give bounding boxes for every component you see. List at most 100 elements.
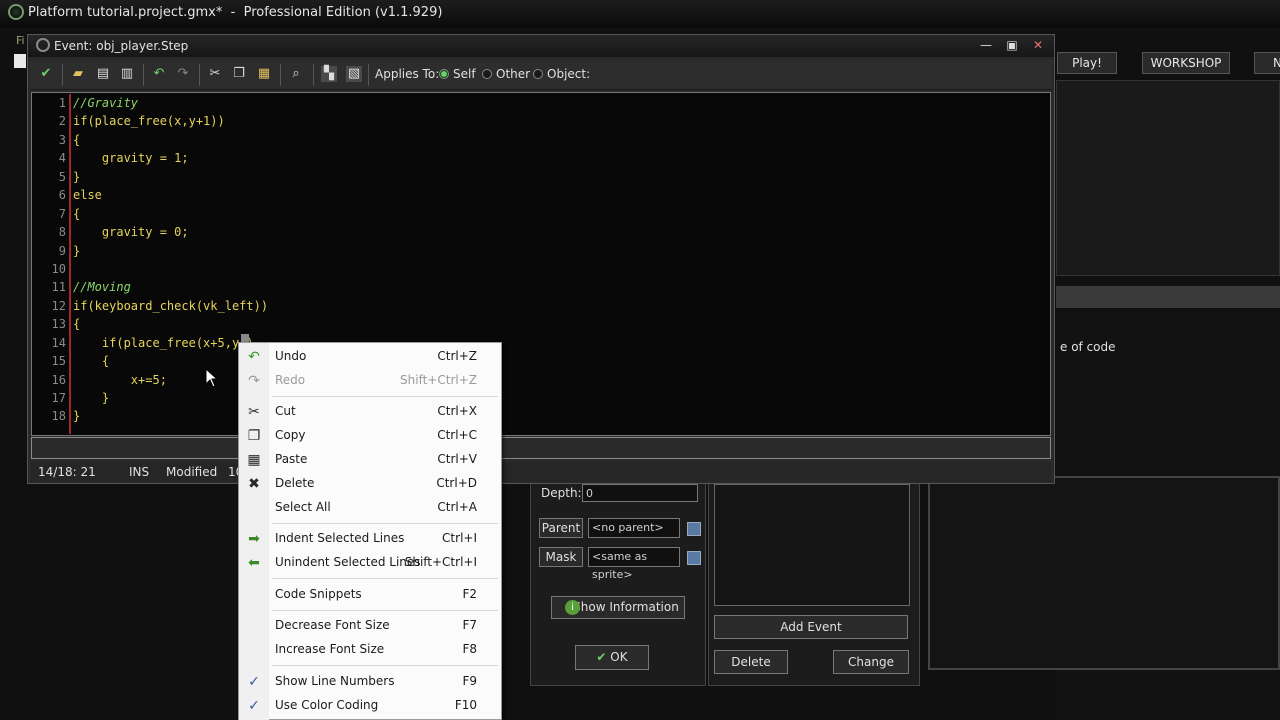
menu-separator	[272, 396, 498, 397]
open-folder-icon[interactable]: ▰	[70, 66, 86, 82]
code-line[interactable]: {	[73, 205, 268, 223]
parent-field[interactable]: <no parent>	[588, 518, 680, 538]
menu-item-unindent[interactable]: ⬅ Unindent Selected Lines Shift+Ctrl+I	[239, 552, 501, 574]
menu-separator	[272, 578, 498, 579]
code-line[interactable]: if(keyboard_check(vk_left))	[73, 297, 268, 315]
app-menu-file[interactable]: Fi	[16, 34, 25, 47]
checkmark-icon: ✓	[248, 674, 260, 690]
menu-item-code-snippets[interactable]: Code Snippets F2	[239, 584, 501, 606]
code-line[interactable]: //Gravity	[73, 94, 268, 112]
snippets-icon[interactable]: ▚	[321, 66, 337, 82]
line-number: 17	[51, 391, 66, 405]
toolbar-separator	[280, 64, 281, 86]
code-line[interactable]: gravity = 1;	[73, 149, 268, 167]
menu-item-shortcut: F7	[462, 618, 477, 632]
line-number: 9	[58, 243, 66, 258]
line-number: 4	[58, 151, 66, 166]
gutter-marker-line	[69, 94, 71, 434]
parent-button[interactable]: Parent	[539, 518, 583, 538]
preview-panel	[1056, 80, 1280, 276]
menu-item-show-line-numbers[interactable]: ✓ Show Line Numbers F9	[239, 671, 501, 693]
applies-object-radio[interactable]	[533, 69, 543, 79]
menu-item-label: Cut	[275, 404, 296, 418]
redo-icon[interactable]: ↷	[175, 66, 191, 82]
code-line[interactable]: gravity = 0;	[73, 223, 268, 241]
toolbar-separator	[313, 64, 314, 86]
delete-icon: ✖	[248, 476, 260, 492]
line-number: 12	[51, 298, 66, 313]
depth-input[interactable]: 0	[582, 484, 698, 502]
menu-item-use-color-coding[interactable]: ✓ Use Color Coding F10	[239, 695, 501, 717]
menu-separator	[272, 665, 498, 666]
add-event-button[interactable]: Add Event	[714, 615, 908, 639]
menu-item-redo[interactable]: ↷ Redo Shift+Ctrl+Z	[239, 370, 501, 392]
menu-separator	[272, 523, 498, 524]
line-number: 10	[51, 261, 66, 276]
cut-icon[interactable]: ✂	[207, 66, 223, 82]
line-number: 8	[58, 225, 66, 240]
change-event-button[interactable]: Change	[833, 650, 909, 674]
play-button[interactable]: Play!	[1057, 52, 1117, 74]
line-number: 3	[58, 132, 66, 147]
save-icon[interactable]: ▤	[95, 66, 111, 82]
show-information-button[interactable]: i Show Information	[551, 596, 685, 619]
applies-self-radio[interactable]	[439, 69, 449, 79]
code-line[interactable]: {	[73, 315, 268, 333]
code-line[interactable]: }	[73, 168, 268, 186]
menu-item-paste[interactable]: ▦ Paste Ctrl+V	[239, 449, 501, 471]
menu-item-increase-font[interactable]: Increase Font Size F8	[239, 639, 501, 661]
events-list[interactable]	[714, 484, 910, 606]
new-file-icon[interactable]	[14, 54, 26, 68]
menu-item-label: Show Line Numbers	[275, 674, 395, 688]
menu-item-label: Paste	[275, 452, 308, 466]
find-magnifier-icon[interactable]: ⌕	[288, 66, 304, 82]
save-close-check-icon[interactable]: ✔	[38, 66, 54, 82]
code-line[interactable]: }	[73, 242, 268, 260]
menu-item-shortcut: Ctrl+A	[437, 500, 477, 514]
menu-item-cut[interactable]: ✂ Cut Ctrl+X	[239, 401, 501, 423]
menu-item-delete[interactable]: ✖ Delete Ctrl+D	[239, 473, 501, 495]
menu-item-indent[interactable]: ➡ Indent Selected Lines Ctrl+I	[239, 528, 501, 550]
print-icon[interactable]: ▥	[119, 66, 135, 82]
close-icon[interactable]: ✕	[1030, 38, 1046, 52]
depth-label: Depth:	[541, 486, 582, 500]
toolbar-separator	[199, 64, 200, 86]
show-information-label: Show Information	[573, 600, 679, 614]
script-icon[interactable]: ▧	[346, 66, 362, 82]
menu-item-shortcut: F8	[462, 642, 477, 656]
menu-separator	[272, 610, 498, 611]
delete-event-button[interactable]: Delete	[714, 650, 788, 674]
parent-picker-icon[interactable]	[687, 522, 701, 536]
ok-button[interactable]: ✔ OK	[575, 645, 649, 670]
menu-item-label: Delete	[275, 476, 315, 490]
line-number-column: 1 2 3 4 5 6 7 8 9 10 11 12 13 14 15 16 1…	[34, 94, 66, 426]
applies-other-radio[interactable]	[482, 69, 492, 79]
paste-icon[interactable]: ▦	[256, 66, 272, 82]
editor-title: Event: obj_player.Step	[54, 39, 189, 53]
mask-picker-icon[interactable]	[687, 551, 701, 565]
menu-item-select-all[interactable]: Select All Ctrl+A	[239, 497, 501, 519]
menu-item-copy[interactable]: ❐ Copy Ctrl+C	[239, 425, 501, 447]
code-line[interactable]	[73, 260, 268, 278]
copy-icon[interactable]: ❐	[231, 66, 247, 82]
menu-item-decrease-font[interactable]: Decrease Font Size F7	[239, 615, 501, 637]
output-text: e of code	[1060, 340, 1116, 354]
mask-field[interactable]: <same as sprite>	[588, 547, 680, 581]
workshop-button[interactable]: WORKSHOP	[1142, 52, 1230, 74]
undo-icon[interactable]: ↶	[151, 66, 167, 82]
mask-button[interactable]: Mask	[539, 547, 583, 567]
line-number: 14	[51, 335, 66, 350]
toolbar-separator	[368, 64, 369, 86]
maximize-icon[interactable]: ▣	[1004, 38, 1020, 52]
minimize-icon[interactable]: —	[978, 38, 994, 52]
code-line[interactable]: if(place_free(x,y+1))	[73, 112, 268, 130]
code-line[interactable]: else	[73, 186, 268, 204]
line-number: 15	[51, 354, 66, 369]
news-button[interactable]: N	[1254, 52, 1280, 74]
code-line[interactable]: //Moving	[73, 278, 268, 296]
menu-item-label: Copy	[275, 428, 306, 442]
checkmark-icon: ✓	[248, 698, 260, 714]
menu-item-undo[interactable]: ↶ Undo Ctrl+Z	[239, 346, 501, 368]
menu-item-shortcut: Ctrl+Z	[437, 349, 477, 363]
code-line[interactable]: {	[73, 131, 268, 149]
